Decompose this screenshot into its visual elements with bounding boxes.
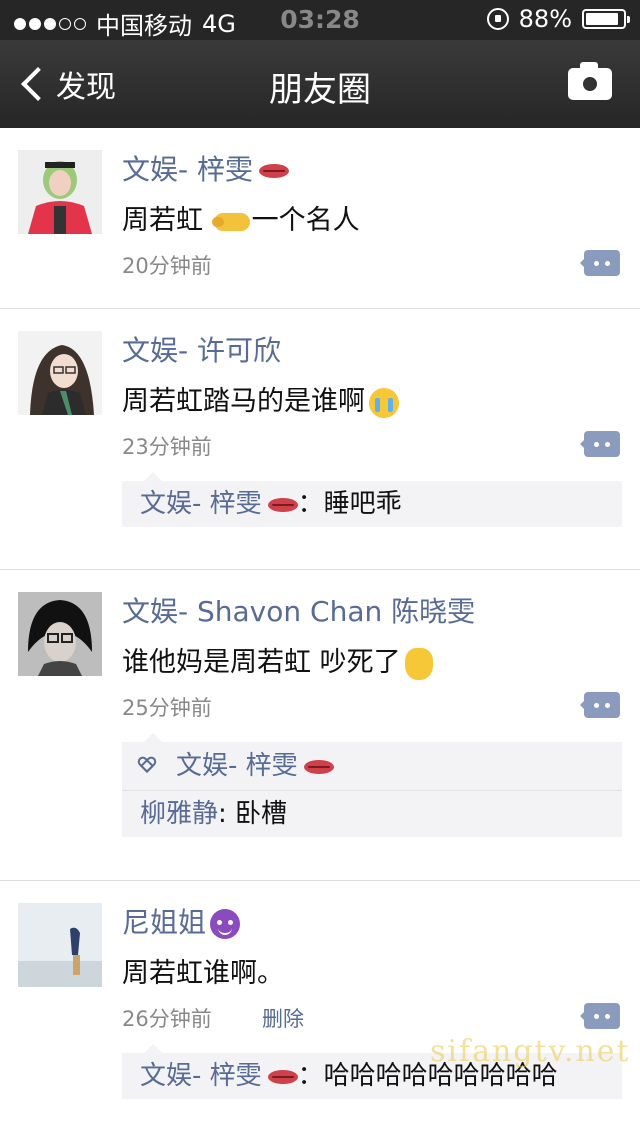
post-time: 25分钟前 <box>122 696 212 720</box>
devil-face-icon <box>210 909 241 939</box>
post-text: 周若虹踏马的是谁啊 <box>122 379 399 418</box>
heart-icon <box>142 757 162 775</box>
lips-icon <box>267 497 298 512</box>
orientation-lock-icon <box>486 8 509 30</box>
pointing-finger-icon <box>211 212 250 231</box>
moments-feed: 文娱- 梓雯 周若虹 一个名人 20分钟前 文娱- 许可欣 周若虹踏马的是谁啊 … <box>0 128 640 1138</box>
author-name: 尼姐姐 <box>122 906 207 939</box>
post-time: 23分钟前 <box>122 435 212 459</box>
post-text: 周若虹谁啊。 <box>122 958 284 989</box>
comment-menu-button[interactable] <box>580 692 620 718</box>
liker-name[interactable]: 文娱- 梓雯 <box>176 742 334 790</box>
moment-post: 尼姐姐 周若虹谁啊。 26分钟前 删除 文娱- 梓雯 ：哈哈哈哈哈哈哈哈哈 <box>0 881 640 1138</box>
comment-menu-button[interactable] <box>580 250 620 276</box>
commenter-name[interactable]: 文娱- 梓雯 <box>140 489 262 519</box>
moment-post: 文娱- 许可欣 周若虹踏马的是谁啊 23分钟前 文娱- 梓雯 ：睡吧乖 <box>0 309 640 570</box>
watermark: sifangtv.net <box>430 1034 631 1069</box>
comment-row[interactable]: 文娱- 梓雯 ：睡吧乖 <box>122 481 622 527</box>
avatar[interactable] <box>18 331 102 415</box>
moment-post: 文娱- Shavon Chan 陈晓雯 谁他妈是周若虹 吵死了 25分钟前 文娱… <box>0 570 640 881</box>
camera-icon[interactable] <box>568 62 612 100</box>
comment-menu-button[interactable] <box>580 1003 620 1029</box>
comment-text: : 卧槽 <box>218 799 288 829</box>
navigation-bar: 发现 朋友圈 <box>0 40 640 128</box>
comment-text: ：睡吧乖 <box>297 489 402 519</box>
lips-icon <box>303 759 334 774</box>
avatar[interactable] <box>18 592 102 676</box>
post-time: 26分钟前 <box>122 1007 212 1031</box>
waving-hand-icon <box>404 647 433 680</box>
avatar[interactable] <box>18 903 102 987</box>
commenter-name[interactable]: 柳雅静 <box>140 799 218 829</box>
lips-icon <box>267 1069 298 1084</box>
post-author[interactable]: 文娱- 梓雯 <box>122 148 290 188</box>
avatar[interactable] <box>18 150 102 234</box>
battery-icon <box>582 9 630 29</box>
comments-box: 文娱- 梓雯 ：睡吧乖 <box>122 472 622 527</box>
post-time: 20分钟前 <box>122 254 212 278</box>
delete-link[interactable]: 删除 <box>262 1003 304 1033</box>
lips-icon <box>259 164 290 178</box>
post-text-body: 谁他妈是周若虹 吵死了 <box>122 647 401 678</box>
comment-menu-button[interactable] <box>580 431 620 457</box>
comment-row[interactable]: 柳雅静: 卧槽 <box>122 791 622 837</box>
page-title: 朋友圈 <box>269 70 371 110</box>
post-text-body: 周若虹踏马的是谁啊 <box>122 386 365 417</box>
post-text: 周若虹 一个名人 <box>122 198 360 237</box>
status-right: 88% <box>486 5 630 33</box>
post-text-b: 一个名人 <box>251 205 360 236</box>
post-author[interactable]: 尼姐姐 <box>122 901 241 941</box>
status-bar: 中国移动 4G 03:28 88% <box>0 0 640 40</box>
post-author[interactable]: 文娱- Shavon Chan 陈晓雯 <box>122 590 475 630</box>
author-name: 文娱- 梓雯 <box>122 153 254 186</box>
post-text-a: 周若虹 <box>122 205 212 236</box>
commenter-name[interactable]: 文娱- 梓雯 <box>140 1061 262 1091</box>
battery-percent: 88% <box>518 5 572 33</box>
comments-box: 文娱- 梓雯 柳雅静: 卧槽 <box>122 733 622 837</box>
likes-row: 文娱- 梓雯 <box>122 742 622 790</box>
post-text: 谁他妈是周若虹 吵死了 <box>122 640 433 680</box>
moment-post: 文娱- 梓雯 周若虹 一个名人 20分钟前 <box>0 128 640 309</box>
crying-face-icon <box>369 387 399 418</box>
post-author[interactable]: 文娱- 许可欣 <box>122 329 281 369</box>
